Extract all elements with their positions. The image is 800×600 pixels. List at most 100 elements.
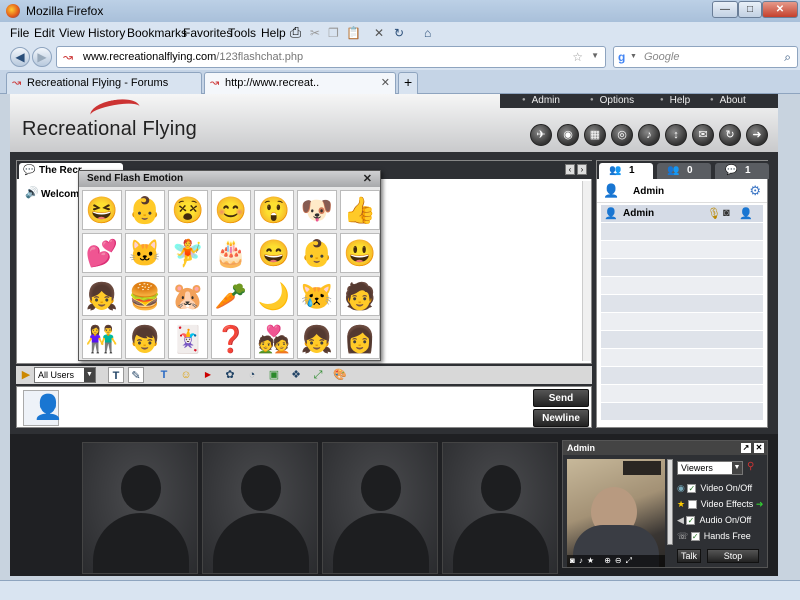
link-options[interactable]: Options bbox=[590, 95, 634, 106]
checkbox-handsfree[interactable]: ✓ bbox=[690, 532, 700, 542]
smiley-icon[interactable]: ☺ bbox=[178, 367, 194, 383]
emotion-item-13[interactable]: 👶 bbox=[297, 233, 337, 273]
tab-users[interactable]: 👥 1 bbox=[599, 163, 653, 179]
url-dropdown-icon[interactable]: ▼ bbox=[591, 51, 599, 60]
forward-icon[interactable]: ▶ bbox=[32, 47, 52, 67]
home-icon[interactable]: ⌂ bbox=[424, 26, 431, 40]
video-controls[interactable]: ◙♪★ ⊕⊖⤢ bbox=[567, 555, 665, 567]
stop-button[interactable]: Stop bbox=[707, 549, 759, 563]
emotion-item-7[interactable]: 👍 bbox=[340, 190, 380, 230]
dropdown-icon[interactable]: ▼ bbox=[84, 368, 95, 382]
flash-emotion-icon[interactable]: ✿ bbox=[222, 367, 238, 383]
newline-button[interactable]: Newline bbox=[533, 409, 589, 427]
emotion-item-3[interactable]: 😵 bbox=[168, 190, 208, 230]
bookmark-star-icon[interactable]: ☆ bbox=[572, 50, 583, 64]
arrow-right-icon[interactable]: ➜ bbox=[756, 499, 764, 509]
bubble-icon[interactable]: ◔ bbox=[244, 367, 260, 383]
emotion-item-19[interactable]: 🌙 bbox=[254, 276, 294, 316]
emotion-item-21[interactable]: 🧑 bbox=[340, 276, 380, 316]
tab-messages[interactable]: 💬 1 bbox=[715, 163, 769, 179]
address-bar[interactable]: ↝ www.recreationalflying.com/123flashcha… bbox=[56, 46, 606, 68]
checkbox-video[interactable]: ✓ bbox=[687, 484, 697, 494]
scroll-left-icon[interactable]: ‹ bbox=[565, 164, 575, 175]
paste-icon[interactable]: 📋 bbox=[346, 26, 361, 40]
message-input[interactable] bbox=[65, 389, 525, 425]
tab-chat[interactable]: ↝ http://www.recreat.. ✕ bbox=[204, 72, 396, 94]
emotion-item-26[interactable]: 💑 bbox=[254, 319, 294, 359]
emotion-item-28[interactable]: 👩 bbox=[340, 319, 380, 359]
emotion-item-27[interactable]: 👧 bbox=[297, 319, 337, 359]
menu-bookmarks[interactable]: Bookmarks bbox=[127, 26, 187, 40]
option-video[interactable]: ◉ ✓ Video On/Off bbox=[677, 483, 752, 494]
cut-icon[interactable]: ✂ bbox=[310, 26, 320, 40]
emotion-item-6[interactable]: 🐶 bbox=[297, 190, 337, 230]
speech-icon[interactable]: ✉ bbox=[692, 124, 714, 146]
tab-forums[interactable]: ↝ Recreational Flying - Forums bbox=[6, 72, 202, 94]
emotion-item-24[interactable]: 🃏 bbox=[168, 319, 208, 359]
exit-icon[interactable]: ➜ bbox=[746, 124, 768, 146]
sound-icon[interactable]: ♪ bbox=[638, 124, 660, 146]
gift-icon[interactable]: ❖ bbox=[288, 367, 304, 383]
emotion-item-5[interactable]: 😲 bbox=[254, 190, 294, 230]
menu-view[interactable]: View bbox=[59, 26, 85, 40]
search-engine-dropdown-icon[interactable]: ▼ bbox=[630, 53, 637, 60]
menu-favorites[interactable]: Favorites bbox=[183, 26, 232, 40]
checkbox-effects[interactable] bbox=[687, 500, 697, 510]
emotion-item-16[interactable]: 🍔 bbox=[125, 276, 165, 316]
image-icon[interactable]: ▣ bbox=[266, 367, 282, 383]
dropdown-icon[interactable]: ▼ bbox=[732, 462, 742, 474]
refresh-icon[interactable]: ↻ bbox=[719, 124, 741, 146]
menu-history[interactable]: History bbox=[88, 26, 125, 40]
stop-icon[interactable]: ✕ bbox=[374, 26, 384, 40]
paint-icon[interactable]: 🎨 bbox=[332, 367, 348, 383]
list-item[interactable]: 👤 Admin 🎙 ◙ 👤 bbox=[601, 205, 763, 223]
popout-icon[interactable]: ↗ bbox=[741, 443, 751, 453]
option-effects[interactable]: ★ Video Effects ➜ bbox=[677, 499, 763, 510]
option-audio[interactable]: ◀ ✓ Audio On/Off bbox=[677, 515, 751, 526]
menu-tools[interactable]: Tools bbox=[228, 26, 256, 40]
chat-scrollbar[interactable] bbox=[582, 181, 591, 361]
emotion-item-11[interactable]: 🎂 bbox=[211, 233, 251, 273]
scroll-right-icon[interactable]: › bbox=[577, 164, 587, 175]
reload-icon[interactable]: ↻ bbox=[394, 26, 404, 40]
emotion-item-2[interactable]: 👶 bbox=[125, 190, 165, 230]
close-popup-icon[interactable]: ✕ bbox=[363, 171, 372, 187]
menu-edit[interactable]: Edit bbox=[34, 26, 55, 40]
send-button[interactable]: Send bbox=[533, 389, 589, 407]
cam-slot[interactable] bbox=[322, 442, 438, 574]
emotion-item-9[interactable]: 🐱 bbox=[125, 233, 165, 273]
cam-slot[interactable] bbox=[202, 442, 318, 574]
option-handsfree[interactable]: ☏ ✓ Hands Free bbox=[677, 531, 751, 542]
emotion-item-25[interactable]: ❓ bbox=[211, 319, 251, 359]
arrows-icon[interactable]: ⤢ bbox=[310, 367, 326, 383]
tab-rooms[interactable]: 👥 0 bbox=[657, 163, 711, 179]
emotion-item-1[interactable]: 😆 bbox=[82, 190, 122, 230]
close-tab-icon[interactable]: ✕ bbox=[381, 73, 390, 93]
copy-icon[interactable]: ❐ bbox=[328, 26, 339, 40]
whiteboard-icon[interactable]: ▦ bbox=[584, 124, 606, 146]
new-tab-button[interactable]: + bbox=[398, 72, 418, 94]
checkbox-audio[interactable]: ✓ bbox=[686, 516, 696, 526]
google-icon[interactable]: g bbox=[618, 50, 625, 64]
user-filter-select[interactable]: All Users ▼ bbox=[34, 367, 96, 383]
back-icon[interactable]: ◀ bbox=[10, 47, 30, 67]
close-button[interactable]: ✕ bbox=[762, 1, 798, 18]
webcam-icon[interactable]: ◎ bbox=[611, 124, 633, 146]
font-icon[interactable]: T bbox=[156, 367, 172, 383]
cam-slot[interactable] bbox=[82, 442, 198, 574]
emotion-item-17[interactable]: 🐹 bbox=[168, 276, 208, 316]
link-admin[interactable]: Admin bbox=[522, 95, 560, 106]
minimize-button[interactable]: — bbox=[712, 1, 738, 18]
emotion-item-10[interactable]: 🧚 bbox=[168, 233, 208, 273]
emotion-item-14[interactable]: 😃 bbox=[340, 233, 380, 273]
maximize-button[interactable]: □ bbox=[738, 1, 762, 18]
search-box[interactable]: g ▼ Google ⌕ bbox=[613, 46, 798, 68]
emotion-item-12[interactable]: 😄 bbox=[254, 233, 294, 273]
status-icon[interactable]: 👤 bbox=[603, 183, 619, 199]
link-about[interactable]: About bbox=[710, 95, 746, 106]
close-cam-icon[interactable]: ✕ bbox=[754, 443, 764, 453]
text-format-icon[interactable]: T bbox=[108, 367, 124, 383]
settings-gear-icon[interactable]: ⚙ bbox=[749, 183, 761, 199]
menu-help[interactable]: Help bbox=[261, 26, 286, 40]
expand-icon[interactable]: ▶ bbox=[18, 367, 34, 383]
